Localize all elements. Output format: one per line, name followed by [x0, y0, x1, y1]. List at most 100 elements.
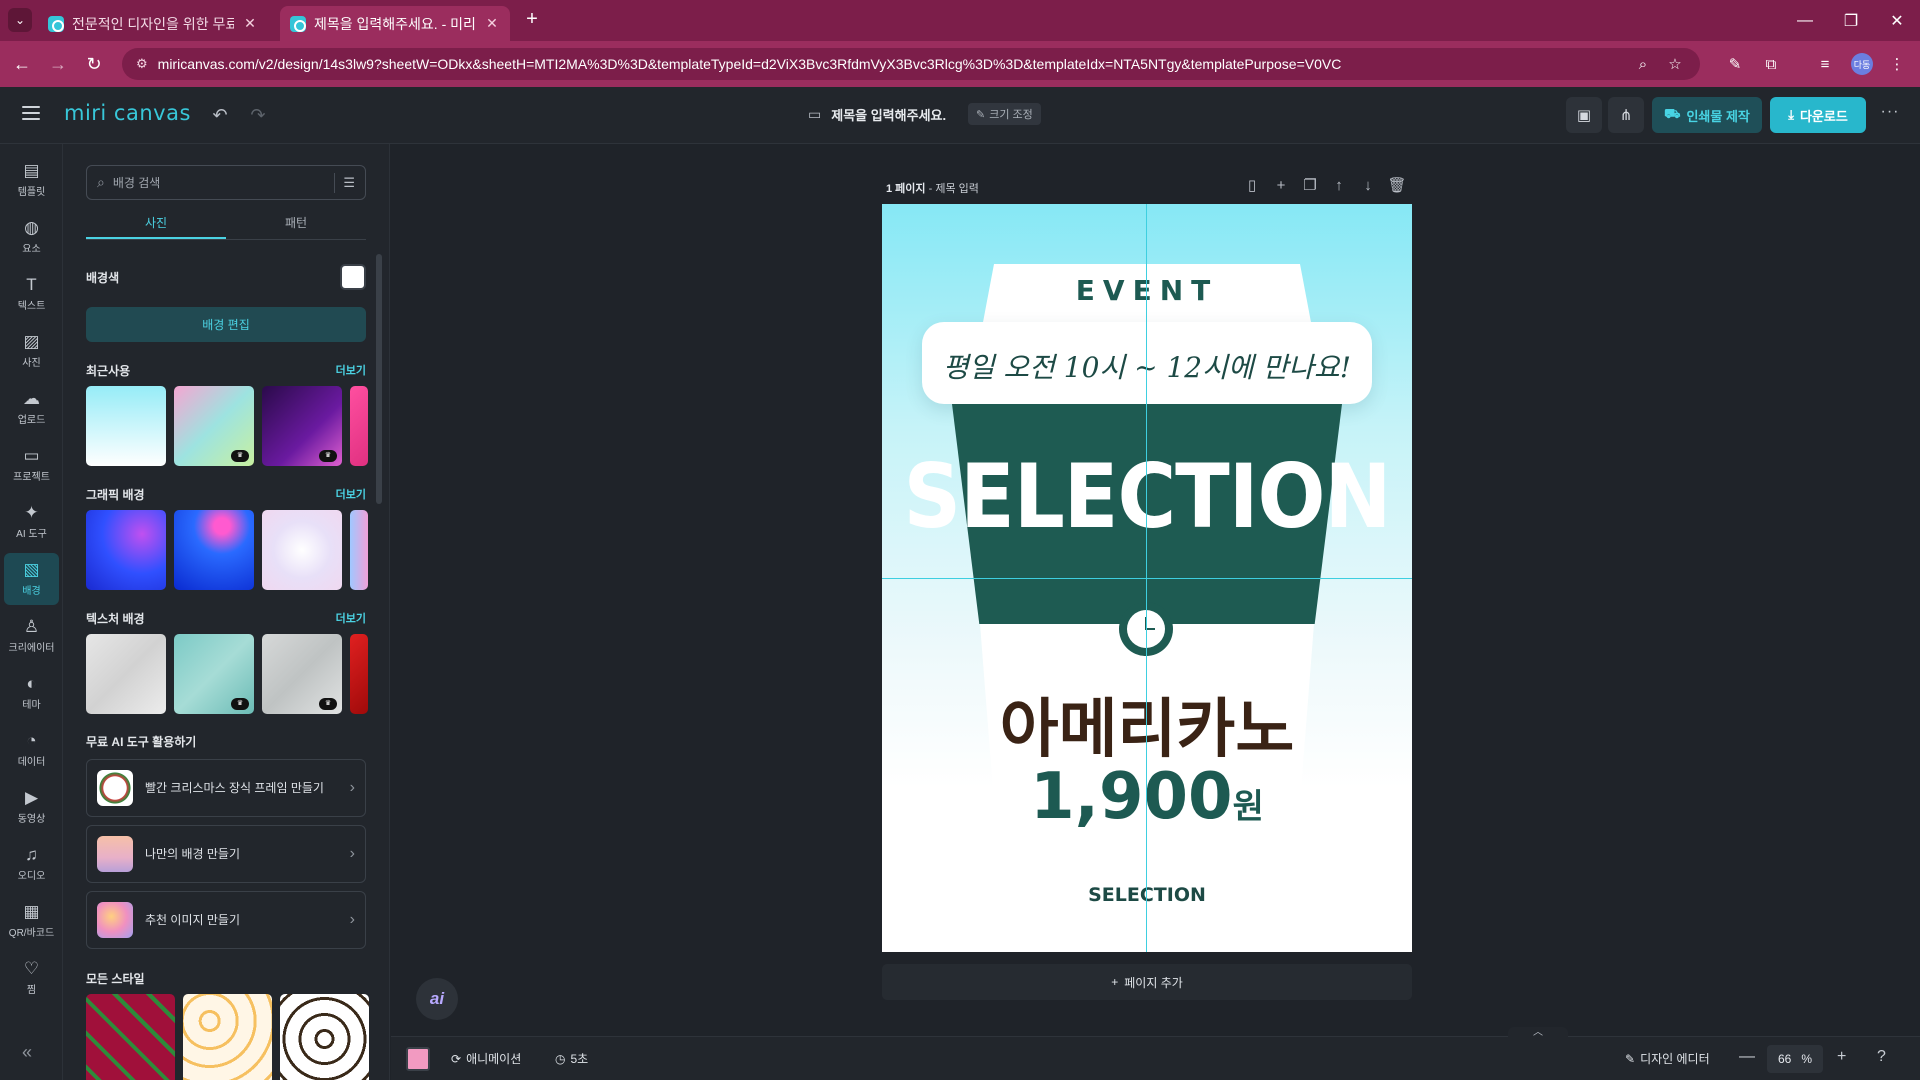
sidebar-item-ai-tools[interactable]: ✦ AI 도구 — [4, 496, 59, 548]
filter-icon[interactable]: ☰ — [343, 175, 355, 191]
bookmark-star-icon[interactable]: ☆ — [1664, 55, 1686, 73]
redo-icon[interactable]: ↷ — [246, 103, 270, 127]
address-bar[interactable]: ⚙ miricanvas.com/v2/design/14s3lw9?sheet… — [122, 48, 1700, 80]
add-page-icon[interactable]: + — [1271, 176, 1291, 196]
script-text[interactable]: 평일 오전 10시 ~ 12시에 만나요! — [882, 346, 1412, 386]
back-icon[interactable]: ← — [10, 52, 34, 76]
background-thumbnail[interactable] — [86, 634, 166, 714]
extensions-puzzle-icon[interactable]: ⧉ — [1760, 54, 1782, 76]
background-thumbnail[interactable] — [174, 510, 254, 590]
miricanvas-logo[interactable]: miri canvas — [64, 101, 191, 125]
document-title[interactable]: ▭ 제목을 입력해주세요. — [808, 105, 946, 124]
zoom-in-icon[interactable]: + — [1837, 1048, 1846, 1066]
zoom-level[interactable]: 66 % — [1767, 1045, 1823, 1073]
help-icon[interactable]: ? — [1877, 1048, 1886, 1066]
move-down-icon[interactable]: ↓ — [1358, 176, 1378, 196]
sidebar-item-project[interactable]: ▭ 프로젝트 — [4, 439, 59, 491]
animation-button[interactable]: ⟳ 애니메이션 — [451, 1050, 521, 1067]
product-text[interactable]: 아메리카노 — [882, 678, 1412, 770]
footer-text[interactable]: SELECTION — [882, 884, 1412, 906]
style-thumbnail[interactable] — [86, 994, 175, 1080]
sidebar-item-qr[interactable]: ▦ QR/바코드 — [4, 895, 59, 947]
document-title-text[interactable]: 제목을 입력해주세요. — [831, 105, 946, 124]
style-thumbnail[interactable] — [280, 994, 369, 1080]
price-text[interactable]: 1,900원 — [882, 760, 1412, 834]
move-up-icon[interactable]: ↑ — [1329, 176, 1349, 196]
more-options-icon[interactable]: ··· — [1876, 103, 1904, 127]
delete-page-icon[interactable]: 🗑 — [1387, 176, 1407, 196]
extension-pen-icon[interactable]: ✎ — [1724, 54, 1746, 76]
background-thumbnail[interactable] — [350, 386, 368, 466]
resize-button[interactable]: ✎ 크기 조정 — [968, 103, 1041, 125]
collapse-panel-icon[interactable]: « — [22, 1042, 32, 1063]
browser-tab-2[interactable]: 제목을 입력해주세요. - 미리캔 ✕ — [280, 6, 510, 41]
sidebar-item-favorites[interactable]: ♡ 찜 — [4, 952, 59, 1004]
reload-icon[interactable]: ↻ — [82, 52, 106, 76]
page-label[interactable]: 1 페이지 - 제목 입력 — [886, 180, 979, 196]
add-page-button[interactable]: + 페이지 추가 — [882, 964, 1412, 1000]
profile-avatar[interactable]: 다동 — [1851, 53, 1873, 75]
sidebar-item-data[interactable]: ◔ 데이터 — [4, 724, 59, 776]
tab-photo[interactable]: 사진 — [86, 208, 226, 239]
design-artboard[interactable]: EVENT 평일 오전 10시 ~ 12시에 만나요! SELECTION 아메… — [882, 204, 1412, 952]
menu-icon[interactable] — [22, 106, 40, 120]
sidebar-item-creator[interactable]: ♙ 크리에이터 — [4, 610, 59, 662]
sidebar-item-template[interactable]: ▤ 템플릿 — [4, 154, 59, 206]
more-link[interactable]: 더보기 — [336, 486, 366, 503]
event-text[interactable]: EVENT — [882, 274, 1412, 307]
media-control-icon[interactable]: ≡ — [1814, 54, 1836, 76]
tab-search-button[interactable]: ⌄ — [8, 8, 32, 32]
sidebar-item-elements[interactable]: ◍ 요소 — [4, 211, 59, 263]
selection-text[interactable]: SELECTION — [882, 445, 1412, 547]
window-close-icon[interactable]: ✕ — [1874, 0, 1920, 41]
page-note-icon[interactable]: ▯ — [1242, 176, 1262, 196]
browser-menu-icon[interactable]: ⋮ — [1886, 54, 1908, 76]
sidebar-item-video[interactable]: ▶ 동영상 — [4, 781, 59, 833]
ai-card-recommended-image[interactable]: 추천 이미지 만들기 › — [86, 891, 366, 949]
sidebar-item-background[interactable]: ▧ 배경 — [4, 553, 59, 605]
duration-button[interactable]: ◷ 5초 — [555, 1050, 588, 1067]
chevron-up-icon[interactable]: ︿ — [1508, 1027, 1568, 1039]
ai-card-my-background[interactable]: 나만의 배경 만들기 › — [86, 825, 366, 883]
background-thumbnail[interactable]: ♛ — [262, 386, 342, 466]
sidebar-item-photo[interactable]: ▨ 사진 — [4, 325, 59, 377]
zoom-icon[interactable]: ⌕ — [1632, 56, 1654, 73]
background-thumbnail[interactable]: ♛ — [262, 634, 342, 714]
sidebar-item-text[interactable]: T 텍스트 — [4, 268, 59, 320]
more-link[interactable]: 더보기 — [336, 362, 366, 379]
style-thumbnail[interactable] — [183, 994, 272, 1080]
zoom-value[interactable]: 66 — [1778, 1052, 1791, 1066]
background-thumbnail[interactable] — [350, 510, 368, 590]
url-text[interactable]: miricanvas.com/v2/design/14s3lw9?sheetW=… — [158, 56, 1622, 72]
save-icon[interactable]: ▣ — [1566, 97, 1602, 133]
background-thumbnail[interactable] — [350, 634, 368, 714]
background-thumbnail[interactable] — [86, 510, 166, 590]
background-thumbnail[interactable]: ♛ — [174, 634, 254, 714]
forward-icon[interactable]: → — [46, 52, 70, 76]
folder-icon[interactable]: ▭ — [808, 106, 821, 123]
site-info-icon[interactable]: ⚙ — [136, 56, 148, 72]
zoom-out-icon[interactable]: — — [1739, 1048, 1755, 1066]
print-order-button[interactable]: ⛟ 인쇄물 제작 — [1652, 97, 1762, 133]
sidebar-item-audio[interactable]: ♫ 오디오 — [4, 838, 59, 890]
tab-pattern[interactable]: 패턴 — [226, 208, 366, 239]
restore-icon[interactable]: ❐ — [1828, 0, 1874, 41]
background-thumbnail[interactable] — [86, 386, 166, 466]
new-tab-button[interactable]: + — [520, 8, 544, 32]
background-thumbnail[interactable]: ♛ — [174, 386, 254, 466]
undo-icon[interactable]: ↶ — [208, 103, 232, 127]
share-icon[interactable]: ⋔ — [1608, 97, 1644, 133]
sidebar-item-theme[interactable]: ◐ 테마 — [4, 667, 59, 719]
background-color-swatch[interactable] — [340, 264, 366, 290]
panel-scrollbar[interactable] — [376, 254, 382, 504]
browser-tab-1[interactable]: 전문적인 디자인을 위한 무료 ✕ — [38, 6, 268, 41]
sidebar-item-upload[interactable]: ☁ 업로드 — [4, 382, 59, 434]
background-search-input[interactable] — [112, 175, 327, 190]
page-color-swatch[interactable] — [406, 1047, 430, 1071]
duplicate-page-icon[interactable]: ❐ — [1300, 176, 1320, 196]
more-link[interactable]: 더보기 — [336, 610, 366, 627]
ai-card-christmas-frame[interactable]: 빨간 크리스마스 장식 프레임 만들기 › — [86, 759, 366, 817]
ai-assistant-button[interactable]: ai — [416, 978, 458, 1020]
download-button[interactable]: ⤓ 다운로드 — [1770, 97, 1866, 133]
design-editor-button[interactable]: ✎ 디자인 에디터 — [1625, 1050, 1710, 1067]
